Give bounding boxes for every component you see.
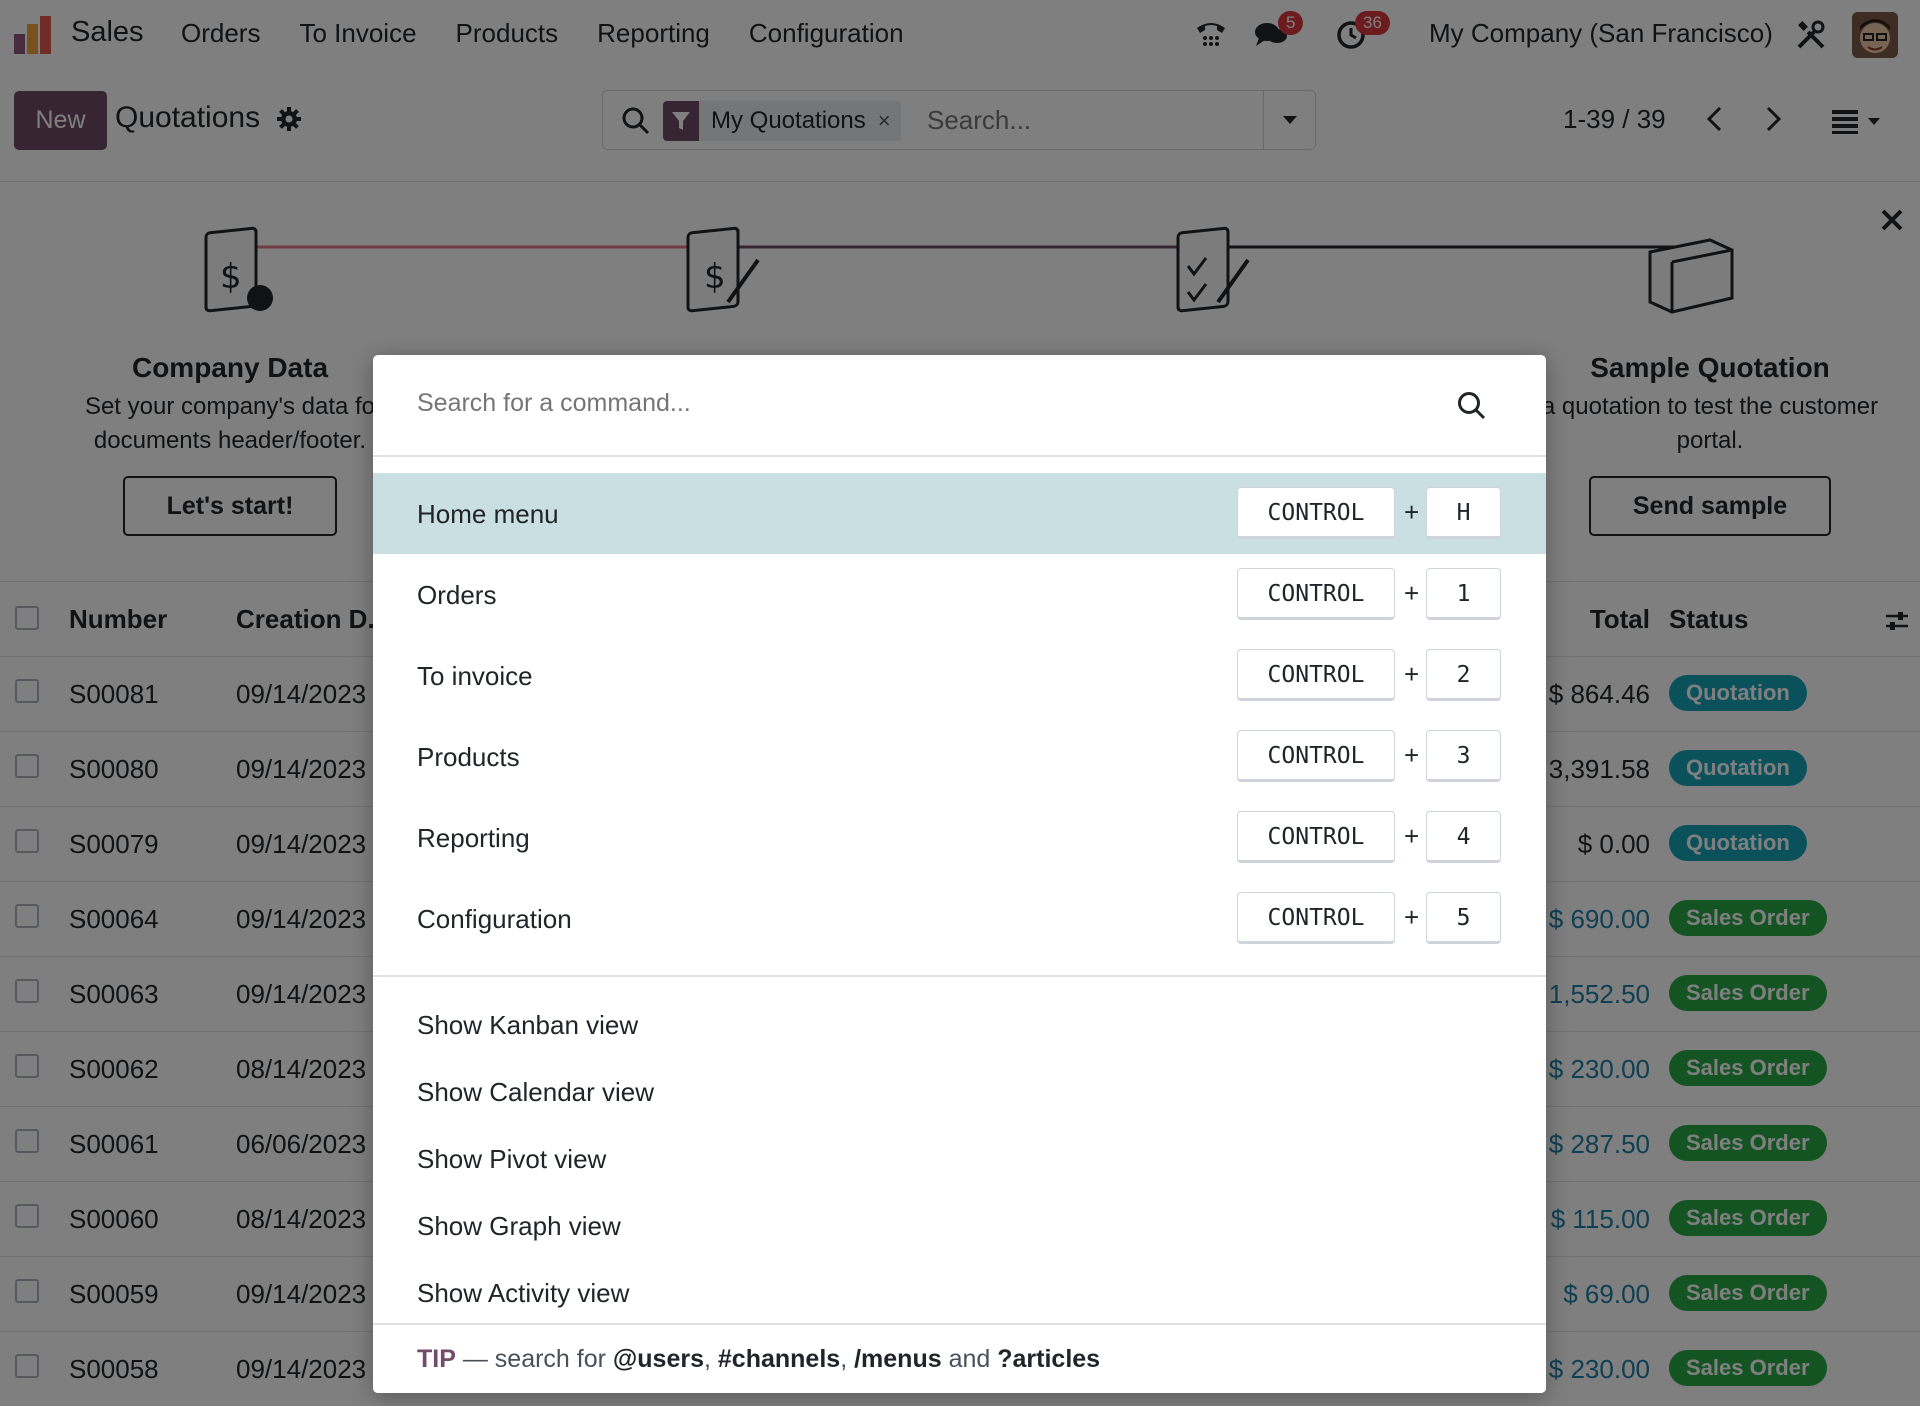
shortcut-modifier-key: CONTROL (1237, 649, 1395, 701)
tip-fragment: and (941, 1345, 998, 1373)
command-label: Configuration (417, 904, 572, 934)
tip-fragment: , (704, 1345, 718, 1373)
shortcut-modifier-key: CONTROL (1237, 730, 1395, 782)
shortcut-plus: + (1404, 659, 1420, 689)
command-palette: Home menuCONTROL+HOrdersCONTROL+1To invo… (373, 355, 1546, 1393)
command-label: Home menu (417, 499, 559, 529)
shortcut-plus: + (1404, 821, 1420, 851)
shortcut-plus: + (1404, 497, 1420, 527)
tip-articles: ?articles (997, 1345, 1101, 1373)
search-icon (1458, 392, 1486, 420)
tip-menus: /menus (854, 1345, 942, 1373)
palette-search (373, 355, 1546, 457)
command-label: Reporting (417, 823, 530, 853)
tip-users: @users (612, 1345, 704, 1373)
view-command-item[interactable]: Show Kanban view (417, 1010, 638, 1041)
shortcut-key: 4 (1426, 811, 1501, 863)
tip-head: TIP (417, 1345, 456, 1373)
shortcut-modifier-key: CONTROL (1237, 568, 1395, 620)
shortcut-plus: + (1404, 740, 1420, 770)
shortcut-key: 3 (1426, 730, 1501, 782)
command-item[interactable]: Home menu CONTROL + H (373, 473, 1546, 554)
shortcut-key: 1 (1426, 568, 1501, 620)
command-item[interactable]: Configuration CONTROL +5 (373, 878, 1546, 959)
tip-text: TIP — search for @users, #channels, /men… (417, 1345, 1100, 1374)
shortcut-modifier-key: CONTROL (1237, 811, 1395, 863)
shortcut-key: H (1426, 487, 1501, 539)
shortcut-key: 2 (1426, 649, 1501, 701)
tip-fragment: , (840, 1345, 855, 1373)
command-item[interactable]: To invoice CONTROL +2 (373, 635, 1546, 716)
shortcut-modifier-key: CONTROL (1237, 487, 1395, 539)
shortcut-plus: + (1404, 578, 1420, 608)
command-label: Products (417, 742, 520, 772)
palette-footer: TIP — search for @users, #channels, /men… (373, 1323, 1546, 1393)
shortcut-key: 5 (1426, 892, 1501, 944)
command-item[interactable]: Products CONTROL +3 (373, 716, 1546, 797)
command-label: To invoice (417, 661, 533, 691)
shortcut-plus: + (1404, 902, 1420, 932)
view-command-item[interactable]: Show Activity view (417, 1278, 629, 1309)
view-command-item[interactable]: Show Pivot view (417, 1144, 606, 1175)
command-item[interactable]: Orders CONTROL +1 (373, 554, 1546, 635)
command-item[interactable]: Reporting CONTROL +4 (373, 797, 1546, 878)
command-search-input[interactable] (417, 389, 1417, 418)
tip-fragment: — search for (455, 1345, 613, 1373)
shortcut-modifier-key: CONTROL (1237, 892, 1395, 944)
tip-channels: #channels (717, 1345, 841, 1373)
view-command-item[interactable]: Show Graph view (417, 1211, 621, 1242)
divider (373, 975, 1546, 977)
view-command-item[interactable]: Show Calendar view (417, 1077, 654, 1108)
command-label: Orders (417, 580, 497, 610)
